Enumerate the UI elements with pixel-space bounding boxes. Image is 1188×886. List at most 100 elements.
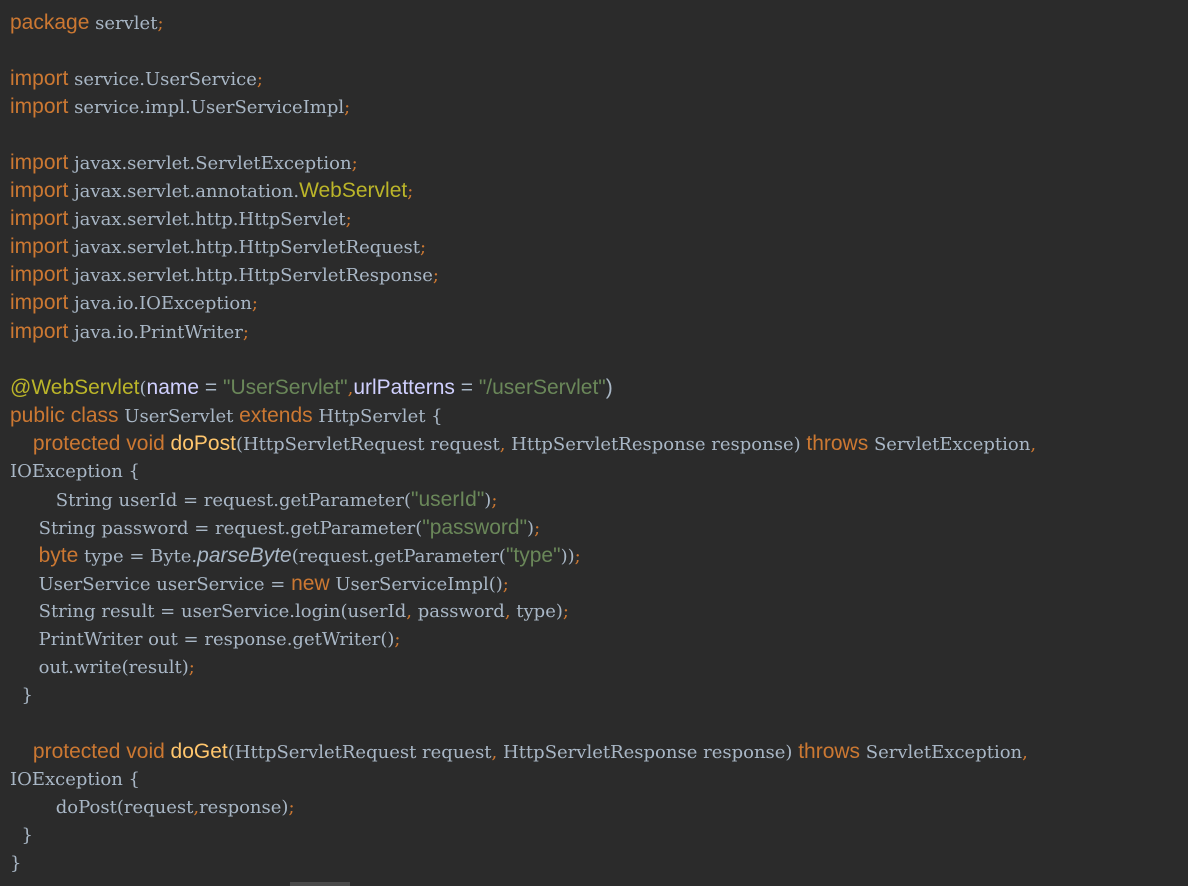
code-token: javax.servlet.http.HttpServlet bbox=[68, 209, 346, 231]
code-token: java.io.IOException bbox=[68, 293, 252, 315]
code-token: } bbox=[10, 853, 22, 875]
code-token: javax.servlet.http.HttpServletResponse bbox=[68, 265, 433, 287]
code-token: HttpServletResponse response) bbox=[497, 742, 799, 764]
code-token: , bbox=[1030, 433, 1037, 455]
code-token: import bbox=[10, 95, 69, 119]
code-token: ; bbox=[407, 181, 414, 203]
code-token: service.UserService bbox=[68, 69, 257, 91]
code-line[interactable]: import service.UserService; bbox=[10, 65, 1188, 93]
code-line[interactable]: import java.io.PrintWriter; bbox=[10, 318, 1188, 346]
code-token: import bbox=[10, 207, 69, 231]
code-token: protected void bbox=[32, 431, 165, 455]
code-token: javax.servlet.annotation. bbox=[68, 181, 300, 203]
code-line[interactable]: public class UserServlet extends HttpSer… bbox=[10, 402, 1188, 430]
code-token: doGet bbox=[170, 740, 228, 764]
code-token: type) bbox=[510, 600, 563, 622]
code-token: ; bbox=[242, 321, 249, 343]
code-line[interactable]: import javax.servlet.http.HttpServletReq… bbox=[10, 233, 1188, 261]
code-token: parseByte bbox=[197, 543, 292, 567]
code-token: import bbox=[10, 263, 69, 287]
code-line[interactable] bbox=[10, 121, 1188, 149]
code-line[interactable]: out.write(result); bbox=[10, 654, 1188, 682]
code-line[interactable]: } bbox=[10, 850, 1188, 878]
code-token: name bbox=[146, 375, 200, 399]
code-line[interactable]: import javax.servlet.annotation.WebServl… bbox=[10, 177, 1188, 205]
code-token: new bbox=[291, 571, 330, 595]
code-line[interactable]: import service.impl.UserServiceImpl; bbox=[10, 93, 1188, 121]
code-token: ; bbox=[188, 657, 195, 679]
code-token: UserService userService = bbox=[10, 573, 292, 595]
code-line[interactable]: UserService userService = new UserServic… bbox=[10, 570, 1188, 598]
code-line[interactable]: package servlet; bbox=[10, 9, 1188, 37]
code-token: javax.servlet.ServletException bbox=[68, 153, 352, 175]
code-token: ; bbox=[574, 545, 581, 567]
code-token: import bbox=[10, 151, 69, 175]
code-line[interactable]: byte type = Byte.parseByte(request.getPa… bbox=[10, 542, 1188, 570]
code-token: @WebServlet bbox=[10, 375, 140, 399]
code-token: import bbox=[10, 179, 69, 203]
code-token: servlet bbox=[89, 13, 158, 34]
horizontal-scrollbar-thumb[interactable] bbox=[290, 882, 350, 886]
code-token: ServletException bbox=[860, 742, 1023, 764]
code-token: "userId" bbox=[411, 487, 485, 511]
code-token: javax.servlet.http.HttpServletRequest bbox=[68, 237, 421, 259]
code-line[interactable]: String result = userService.login(userId… bbox=[10, 598, 1188, 626]
code-token: throws bbox=[806, 431, 869, 455]
code-line[interactable]: import javax.servlet.ServletException; bbox=[10, 149, 1188, 177]
code-token: ) bbox=[605, 375, 613, 399]
code-editor[interactable]: package servlet; import service.UserServi… bbox=[0, 0, 1188, 886]
code-token: import bbox=[10, 319, 69, 343]
code-token: doPost bbox=[170, 431, 236, 455]
code-token: ; bbox=[534, 517, 541, 539]
code-token: ; bbox=[351, 153, 358, 175]
code-line[interactable]: IOException { bbox=[10, 458, 1188, 486]
code-token: String result = userService.login(userId bbox=[10, 600, 407, 622]
code-line[interactable]: protected void doGet(HttpServletRequest … bbox=[10, 738, 1188, 766]
code-token: "UserServlet" bbox=[222, 375, 348, 399]
code-token: ; bbox=[251, 293, 258, 315]
code-token: response) bbox=[199, 797, 289, 819]
code-token: import bbox=[10, 291, 69, 315]
code-token: String userId = request.getParameter( bbox=[10, 489, 412, 511]
code-token: UserServlet bbox=[118, 405, 240, 427]
code-token: ; bbox=[345, 209, 352, 231]
code-token: UserServiceImpl() bbox=[329, 573, 503, 595]
code-line[interactable]: String userId = request.getParameter("us… bbox=[10, 486, 1188, 514]
code-token: "password" bbox=[422, 515, 528, 539]
code-token: ; bbox=[420, 237, 427, 259]
code-line[interactable]: String password = request.getParameter("… bbox=[10, 514, 1188, 542]
code-token: = bbox=[454, 375, 479, 399]
code-area[interactable]: package servlet; import service.UserServi… bbox=[10, 9, 1188, 878]
code-line[interactable]: import javax.servlet.http.HttpServletRes… bbox=[10, 261, 1188, 289]
code-line[interactable] bbox=[10, 37, 1188, 65]
code-line[interactable] bbox=[10, 346, 1188, 374]
code-token: ( bbox=[139, 377, 147, 399]
code-token: ; bbox=[562, 600, 569, 622]
code-token: public class bbox=[10, 403, 119, 427]
code-token: throws bbox=[798, 740, 861, 764]
code-token: , bbox=[1022, 742, 1028, 764]
code-token: ; bbox=[288, 797, 295, 819]
code-token: package bbox=[10, 11, 90, 34]
code-line[interactable]: } bbox=[10, 682, 1188, 710]
code-token: out.write(result) bbox=[10, 657, 189, 679]
code-line[interactable] bbox=[10, 710, 1188, 738]
code-token: String password = request.getParameter( bbox=[10, 517, 423, 539]
code-token: } bbox=[10, 825, 33, 847]
code-line[interactable]: doPost(request,response); bbox=[10, 794, 1188, 822]
code-token: IOException { bbox=[10, 769, 141, 791]
code-token: ; bbox=[432, 265, 439, 287]
code-line[interactable]: import javax.servlet.http.HttpServlet; bbox=[10, 205, 1188, 233]
code-line[interactable]: } bbox=[10, 822, 1188, 850]
code-line[interactable]: IOException { bbox=[10, 766, 1188, 794]
code-line[interactable]: protected void doPost(HttpServletRequest… bbox=[10, 430, 1188, 458]
code-line[interactable]: @WebServlet(name = "UserServlet",urlPatt… bbox=[10, 374, 1188, 402]
code-token: service.impl.UserServiceImpl bbox=[68, 97, 345, 119]
code-token: (HttpServletRequest request bbox=[227, 742, 492, 764]
code-line[interactable]: PrintWriter out = response.getWriter(); bbox=[10, 626, 1188, 654]
code-line[interactable]: import java.io.IOException; bbox=[10, 289, 1188, 317]
code-token: ; bbox=[344, 97, 351, 119]
code-token: import bbox=[10, 235, 69, 259]
